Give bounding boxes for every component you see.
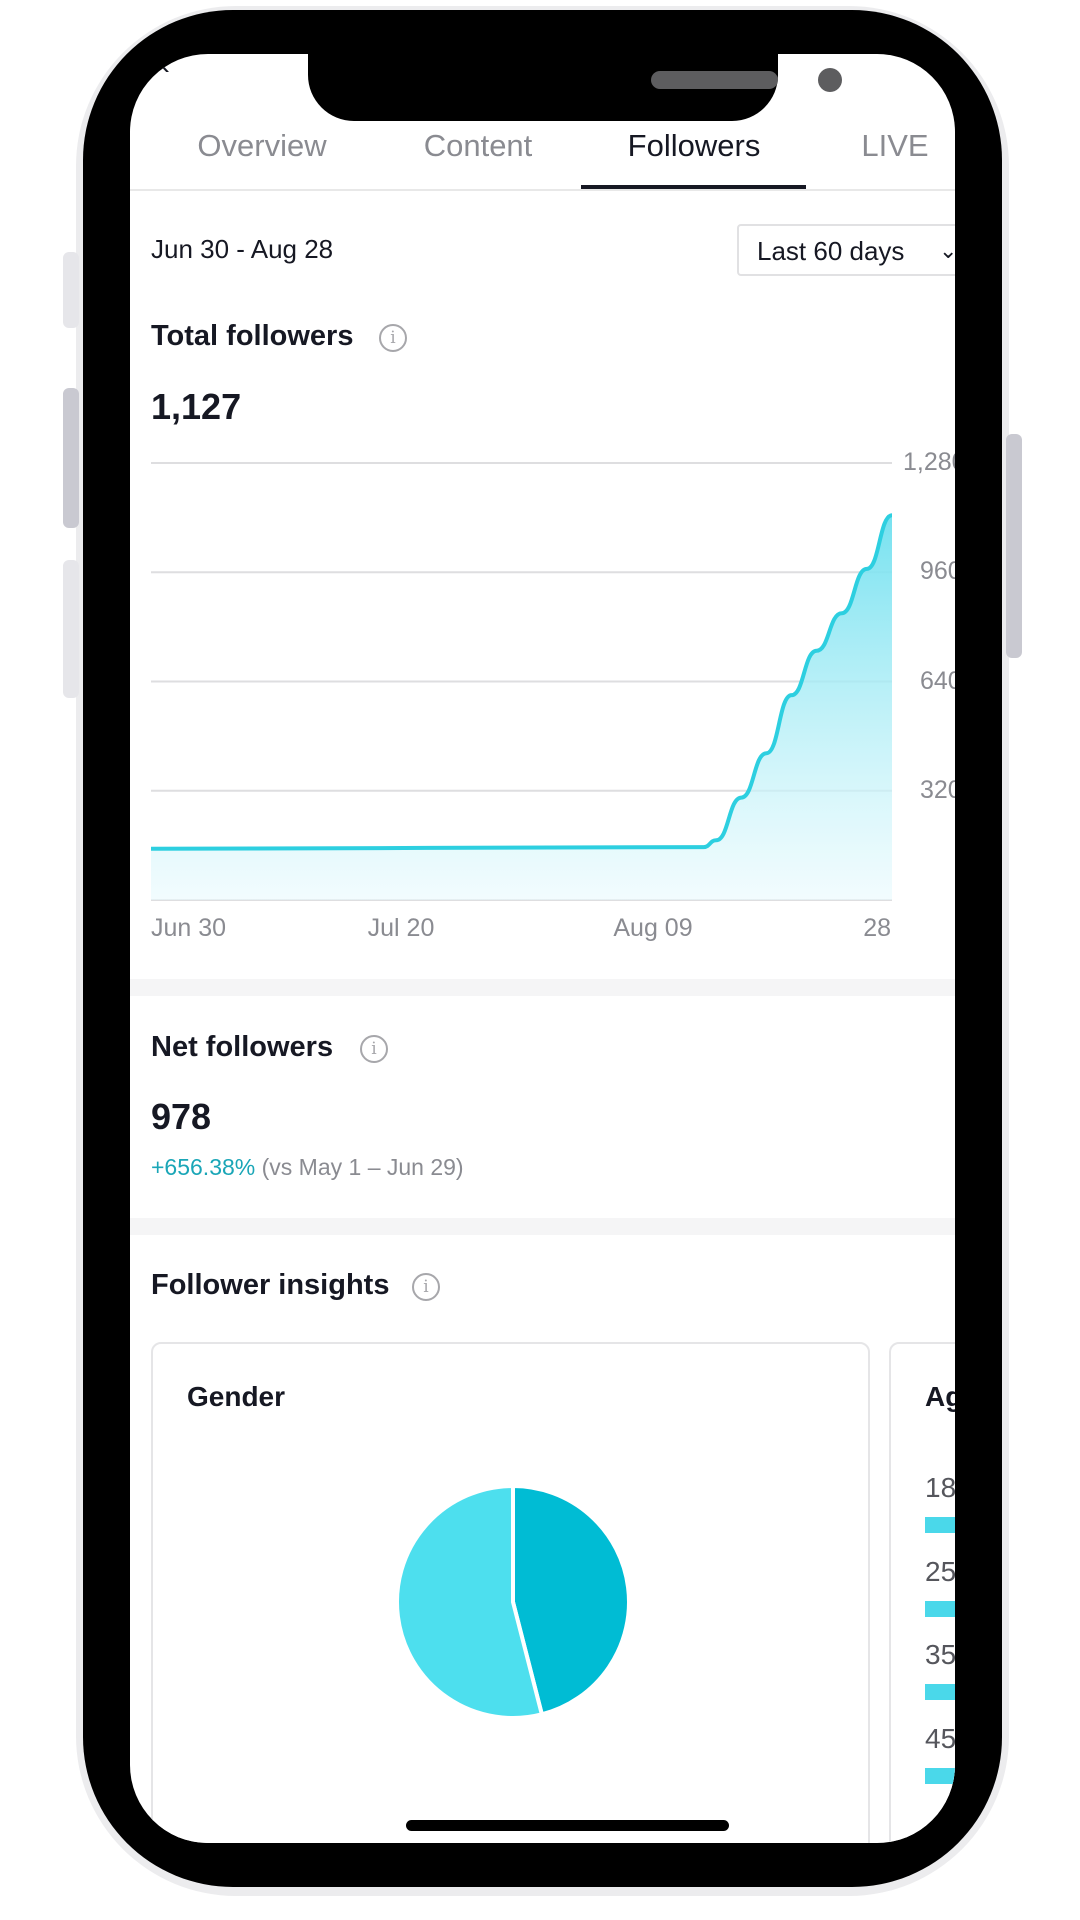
y-tick-label: 960 — [920, 557, 955, 586]
age-card[interactable]: Age 18-24 25-34 35-44 45-54 — [889, 1342, 955, 1843]
info-icon[interactable]: i — [412, 1273, 440, 1301]
section-separator — [130, 1218, 955, 1235]
home-indicator[interactable] — [406, 1820, 729, 1831]
chevron-down-icon: ⌄ — [939, 238, 955, 263]
change-percent: +656.38% — [151, 1154, 256, 1180]
total-followers-value: 1,127 — [151, 386, 242, 427]
section-separator — [130, 979, 955, 996]
net-followers-title: Net followers — [151, 1031, 334, 1063]
gender-title: Gender — [187, 1381, 286, 1412]
age-range-label: 45-54 — [925, 1722, 955, 1754]
screen: ‹ Overview Content Followers LIVE Jun 30… — [130, 54, 955, 1843]
age-bar — [925, 1600, 955, 1617]
power-button — [1006, 434, 1022, 658]
age-range-label: 25-34 — [925, 1555, 955, 1587]
comparison-period: (vs May 1 – Jun 29) — [261, 1154, 464, 1180]
x-tick-label: 28 — [863, 914, 891, 942]
x-tick-label: Aug 09 — [613, 914, 693, 942]
follower-insights-title: Follower insights — [151, 1269, 390, 1301]
camera — [818, 68, 842, 92]
tab-content[interactable]: Content — [424, 128, 533, 164]
age-bar — [925, 1517, 955, 1533]
y-tick-label: 320 — [920, 775, 955, 804]
speaker — [651, 71, 778, 89]
mute-switch — [63, 252, 79, 328]
info-icon[interactable]: i — [360, 1035, 388, 1063]
gender-card[interactable]: Gender — [151, 1342, 870, 1843]
age-range-label: 18-24 — [925, 1472, 955, 1503]
volume-down-button — [63, 560, 79, 698]
y-tick-label: 1,280 — [903, 448, 955, 476]
x-tick-label: Jul 20 — [367, 914, 435, 942]
net-followers-value: 978 — [151, 1096, 212, 1137]
notch — [308, 54, 842, 121]
total-followers-title: Total followers — [151, 320, 354, 352]
info-icon[interactable]: i — [379, 324, 407, 352]
net-followers-change: +656.38% (vs May 1 – Jun 29) — [151, 1154, 464, 1181]
divider — [130, 189, 955, 191]
chevron-left-icon[interactable]: ‹ — [160, 54, 170, 82]
tab-followers[interactable]: Followers — [628, 128, 761, 164]
followers-chart — [150, 462, 893, 901]
y-tick-label: 640 — [920, 666, 955, 695]
x-tick-label: Jun 30 — [151, 914, 227, 942]
gender-pie-chart — [395, 1483, 631, 1720]
date-range: Jun 30 - Aug 28 — [151, 234, 334, 264]
age-bar — [925, 1684, 955, 1700]
period-dropdown-value: Last 60 days — [757, 236, 905, 266]
age-range-label: 35-44 — [925, 1639, 955, 1670]
age-bar — [925, 1767, 955, 1784]
period-dropdown[interactable]: Last 60 days ⌄ — [737, 224, 955, 276]
volume-up-button — [63, 388, 79, 528]
tab-overview[interactable]: Overview — [197, 128, 326, 164]
age-title: Age — [925, 1381, 955, 1412]
tab-live[interactable]: LIVE — [861, 128, 928, 164]
